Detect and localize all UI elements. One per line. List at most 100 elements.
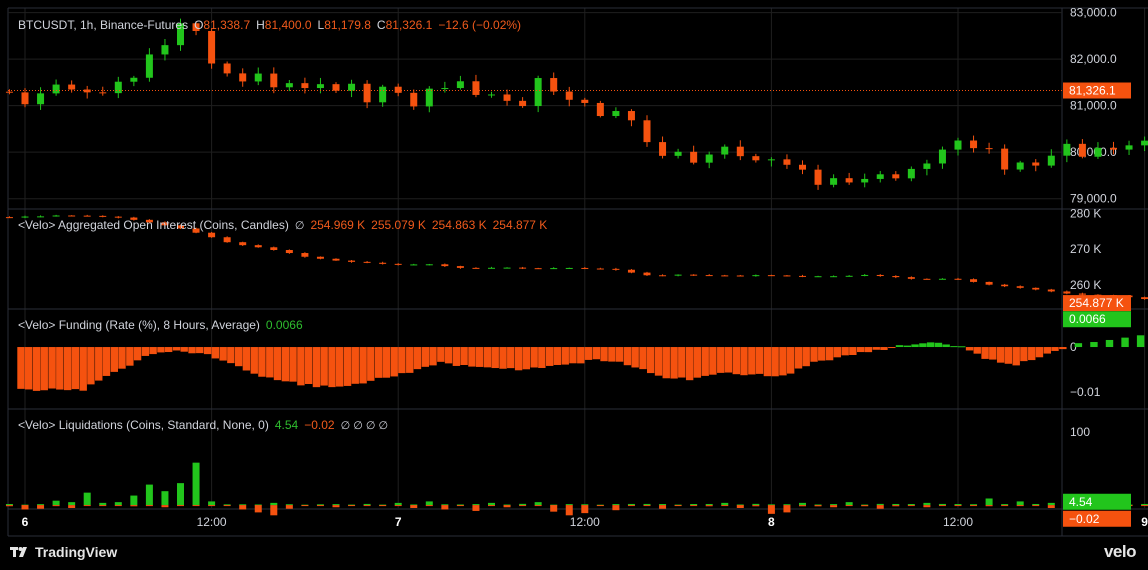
funding-title[interactable]: <Velo> Funding (Rate (%), 8 Hours, Avera… — [18, 318, 260, 332]
chart-window: 83,000.0 82,000.0 81,000.0 80,000.0 79,000.0… — [0, 0, 1148, 570]
funding-bar — [662, 347, 670, 379]
oi-candle-body — [643, 272, 651, 276]
oi-candle-body — [767, 275, 775, 277]
funding-bar — [468, 347, 476, 367]
funding-value-badge: 0.0066 — [1069, 312, 1106, 326]
funding-bar — [56, 347, 64, 390]
tradingview-logo[interactable]: TradingView — [10, 544, 117, 560]
close-value: 81,326.1 — [385, 18, 433, 32]
funding-bar — [1059, 347, 1067, 350]
oi-value-3: 254.863 K — [431, 218, 487, 232]
funding-bar — [359, 347, 367, 384]
funding-bar — [227, 347, 235, 364]
oi-candle-body — [690, 274, 698, 276]
oi-candle-body — [705, 275, 713, 277]
oi-candle-body — [83, 215, 91, 217]
funding-bar — [1028, 347, 1036, 361]
price-candle-body — [99, 92, 107, 94]
liq-long-bar — [83, 492, 91, 506]
price-candle-body — [970, 140, 978, 149]
liq-short-bar — [177, 505, 184, 507]
oi-title[interactable]: <Velo> Aggregated Open Interest (Coins, … — [18, 218, 289, 232]
funding-bar — [1035, 347, 1044, 358]
funding-bar — [522, 347, 530, 370]
liq-short-bar — [208, 505, 216, 507]
liq-short-bar — [5, 505, 13, 507]
oi-candle-body — [99, 215, 107, 217]
oi-value-1: 254.969 K — [310, 218, 366, 232]
liq-short-bar — [659, 505, 667, 509]
liq-long-bar — [1001, 504, 1009, 506]
day-tick-label: 9 — [1141, 515, 1148, 529]
funding-bar — [304, 347, 313, 385]
liq-long-bar — [705, 503, 713, 506]
oi-candle-body — [596, 268, 604, 270]
funding-legend: <Velo> Funding (Rate (%), 8 Hours, Avera… — [18, 318, 303, 332]
liq-short-bar — [923, 505, 931, 508]
liq-long-bar — [425, 501, 433, 506]
liq-down-value: −0.02 — [304, 418, 335, 432]
oi-candle-body — [799, 275, 806, 277]
funding-bar — [740, 347, 748, 376]
funding-bar — [1121, 337, 1129, 348]
liq-short-bar — [472, 505, 480, 511]
liq-short-bar — [410, 505, 418, 508]
liq-long-bar — [52, 500, 60, 506]
liq-short-bar — [239, 505, 247, 510]
price-candle-body — [923, 163, 931, 169]
price-candle-body — [270, 73, 278, 88]
liq-long-bar — [161, 491, 169, 506]
oi-candle-body — [1141, 297, 1148, 300]
day-tick-label: 6 — [22, 515, 29, 529]
price-candle-body — [1001, 148, 1009, 170]
liq-long-bar — [1141, 503, 1148, 506]
funding-bar — [172, 347, 181, 351]
price-candle-body — [348, 83, 356, 91]
price-candle-body — [519, 100, 527, 107]
funding-bar — [709, 347, 717, 375]
liq-short-bar — [332, 505, 340, 508]
oi-candle-body — [316, 256, 324, 259]
liq-title[interactable]: <Velo> Liquidations (Coins, Standard, No… — [18, 418, 269, 432]
funding-bar — [934, 342, 943, 348]
oi-candle-body — [674, 274, 682, 276]
funding-bar — [670, 347, 678, 379]
funding-bar — [895, 345, 904, 348]
funding-bar — [693, 347, 702, 378]
chart-canvas[interactable]: 83,000.0 82,000.0 81,000.0 80,000.0 79,000.0… — [0, 0, 1148, 570]
oi-candle-body — [876, 274, 884, 277]
price-candle-body — [21, 92, 29, 105]
oi-candle-body — [1032, 287, 1040, 290]
price-candle-body — [1078, 143, 1086, 157]
oi-candle-body — [565, 267, 573, 269]
funding-bar — [126, 347, 134, 366]
oi-candle-body — [892, 276, 900, 278]
liq-up-value: 4.54 — [274, 418, 299, 432]
funding-bar — [903, 345, 912, 348]
oi-tick-label: 270 K — [1070, 242, 1101, 256]
liq-short-bar — [441, 505, 449, 510]
oi-candle-body — [550, 268, 558, 270]
funding-bar — [724, 347, 733, 373]
funding-bar — [71, 347, 80, 390]
liq-long-bar — [1047, 502, 1055, 506]
oi-candle-body — [1078, 293, 1086, 295]
oi-candle-body — [1016, 286, 1024, 288]
liq-long-bar — [565, 504, 573, 506]
price-candle-body — [1063, 143, 1071, 156]
velo-logo[interactable]: velo — [1104, 542, 1137, 562]
funding-bar — [242, 347, 251, 371]
symbol-label[interactable]: BTCUSDT, 1h, Binance-Futures — [18, 18, 188, 32]
funding-value: 0.0066 — [265, 318, 303, 332]
funding-bar — [133, 347, 142, 361]
liq-short-bar — [845, 505, 853, 507]
liq-short-bar — [52, 505, 60, 507]
funding-bar — [608, 347, 616, 362]
funding-bar — [989, 347, 997, 360]
funding-bar — [406, 347, 414, 373]
funding-bar — [196, 347, 204, 354]
funding-bar — [289, 347, 297, 382]
funding-tick-label: −0.01 — [1070, 385, 1101, 399]
close-label: C — [376, 18, 386, 32]
price-candle-body — [783, 159, 791, 165]
